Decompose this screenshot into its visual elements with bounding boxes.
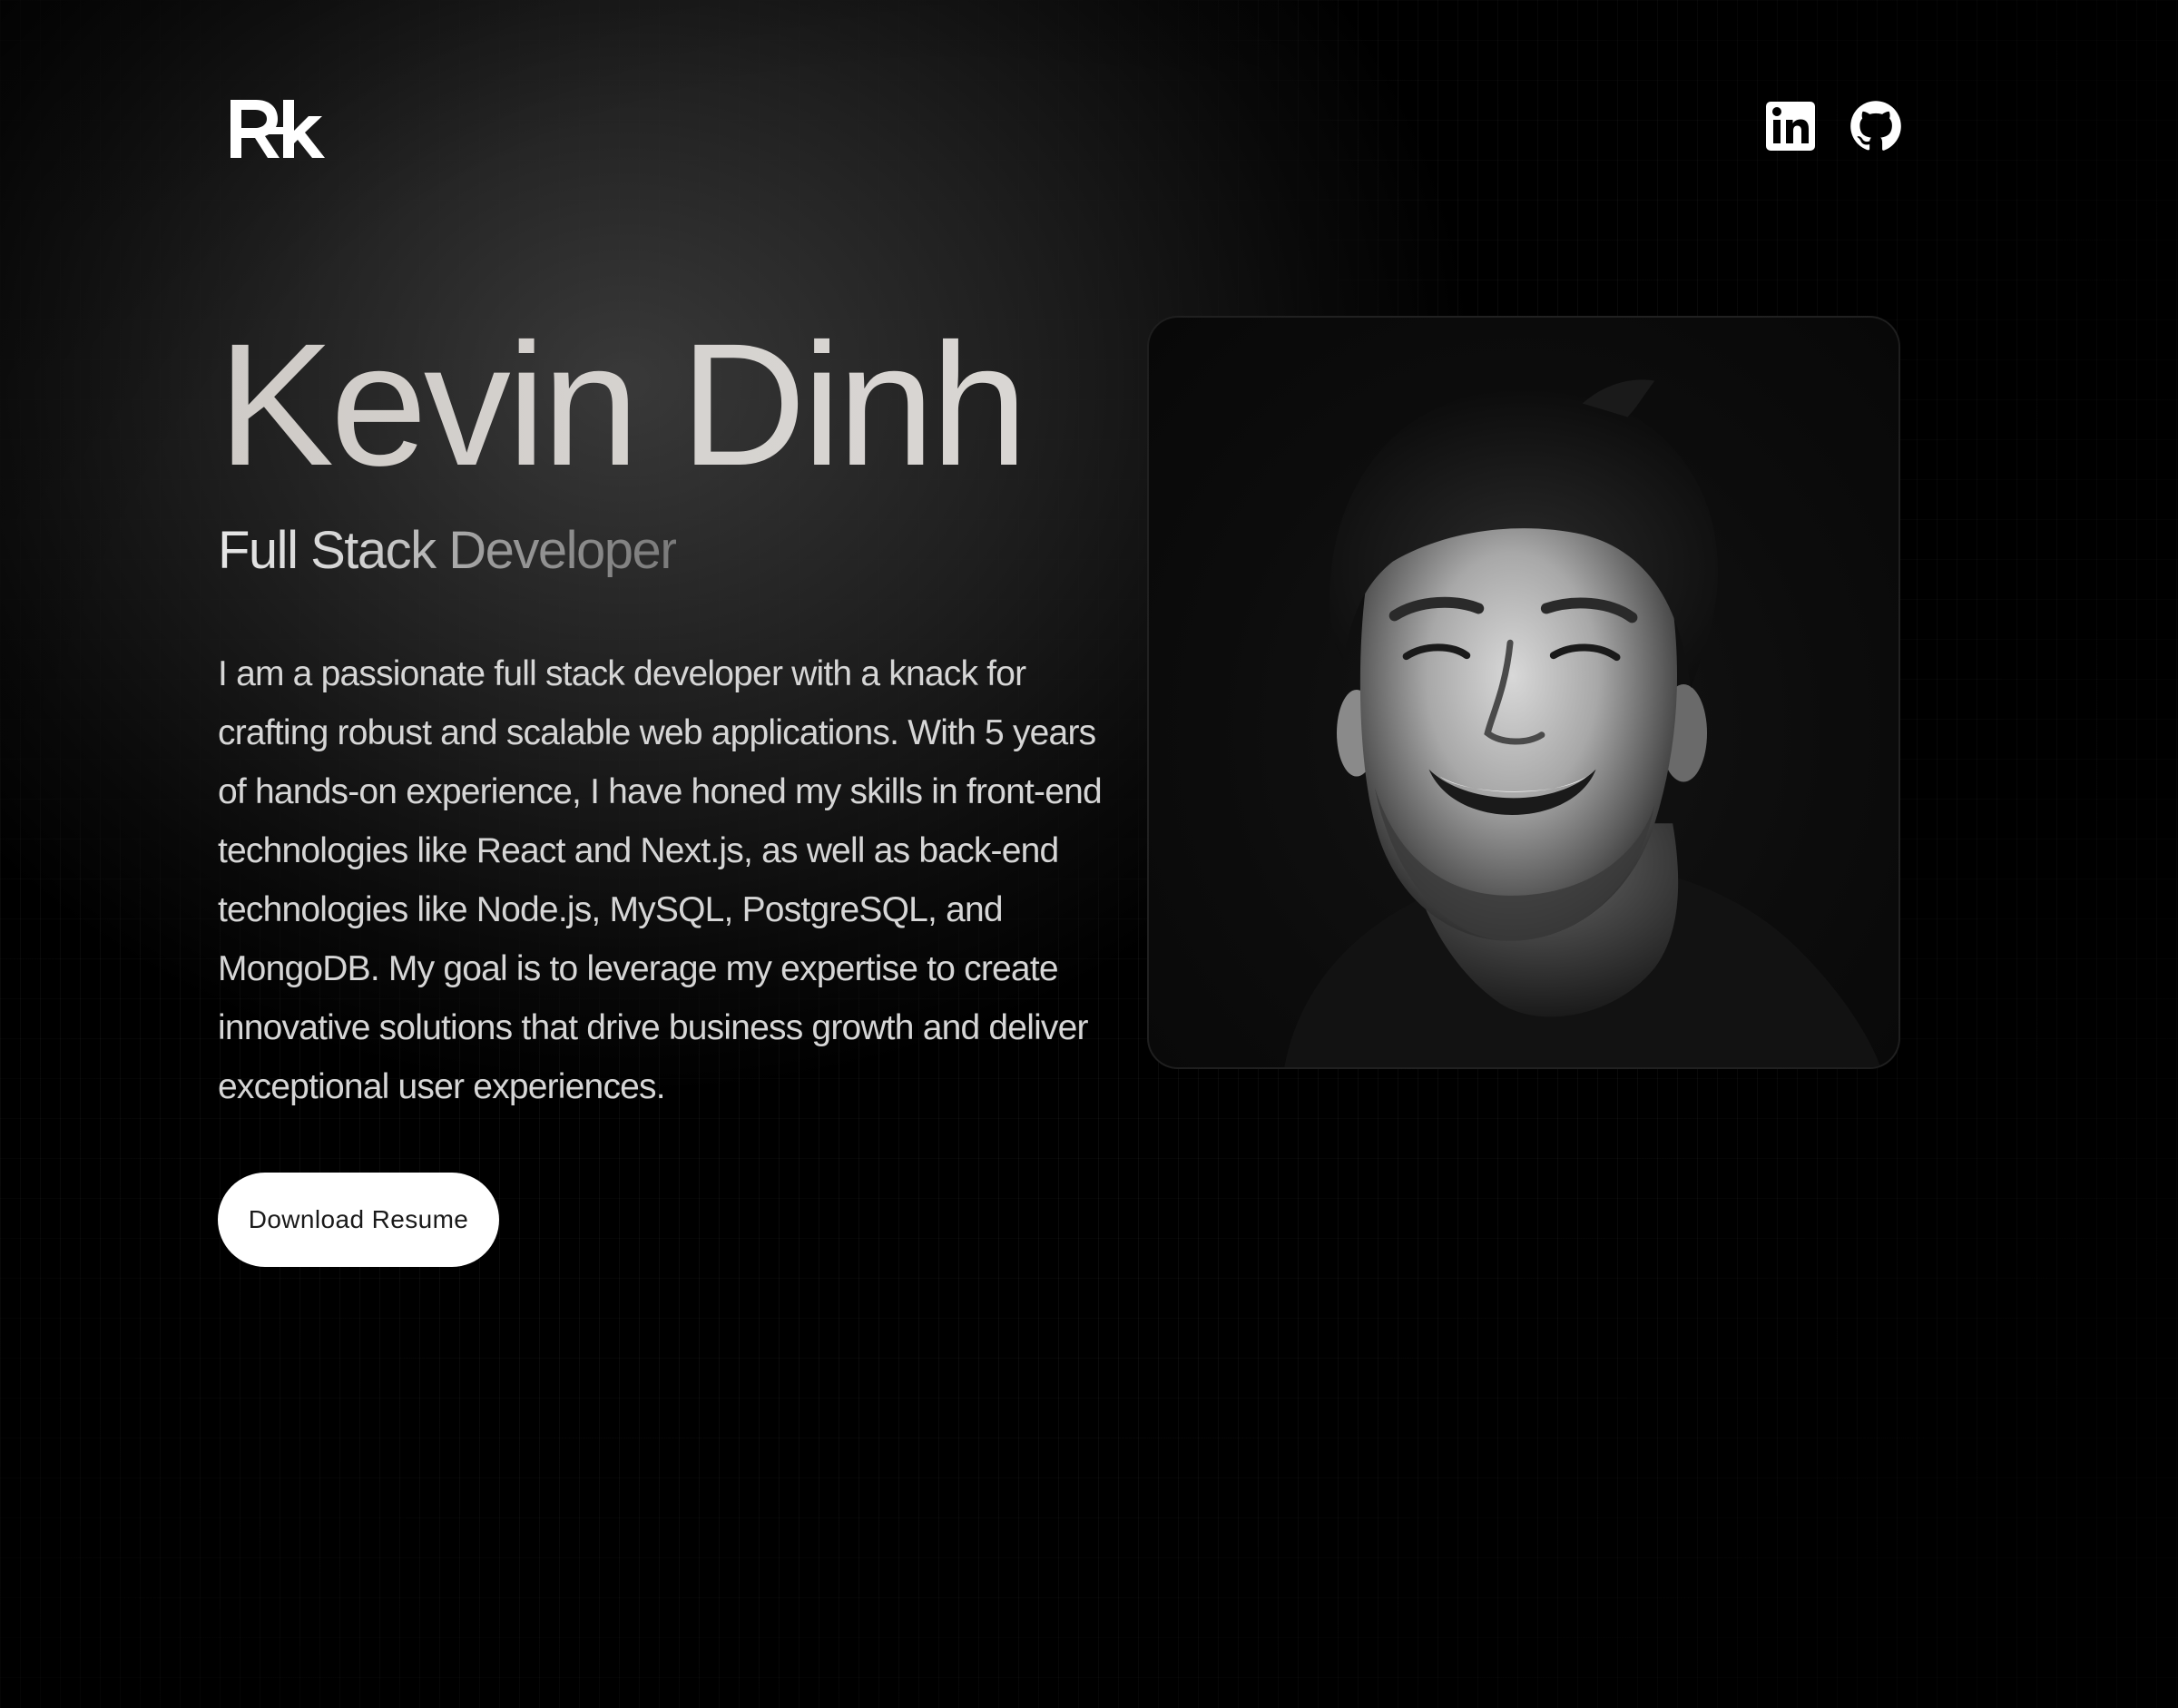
site-header (229, 94, 1902, 167)
linkedin-icon (1766, 102, 1815, 151)
profile-photo (1284, 379, 1881, 1067)
logo-icon (231, 100, 325, 158)
profile-photo-card (1147, 316, 1900, 1069)
hero-role: Full Stack Developer (218, 521, 678, 580)
hero-name: Kevin Dinh (218, 307, 1027, 502)
hero-bio: I am a passionate full stack developer w… (218, 654, 1103, 1106)
download-resume-button[interactable]: Download Resume (218, 1173, 499, 1267)
social-links (1764, 100, 1902, 152)
github-icon (1850, 101, 1901, 151)
logo-link[interactable] (229, 94, 329, 163)
github-link[interactable] (1849, 100, 1902, 152)
linkedin-link[interactable] (1764, 100, 1817, 152)
